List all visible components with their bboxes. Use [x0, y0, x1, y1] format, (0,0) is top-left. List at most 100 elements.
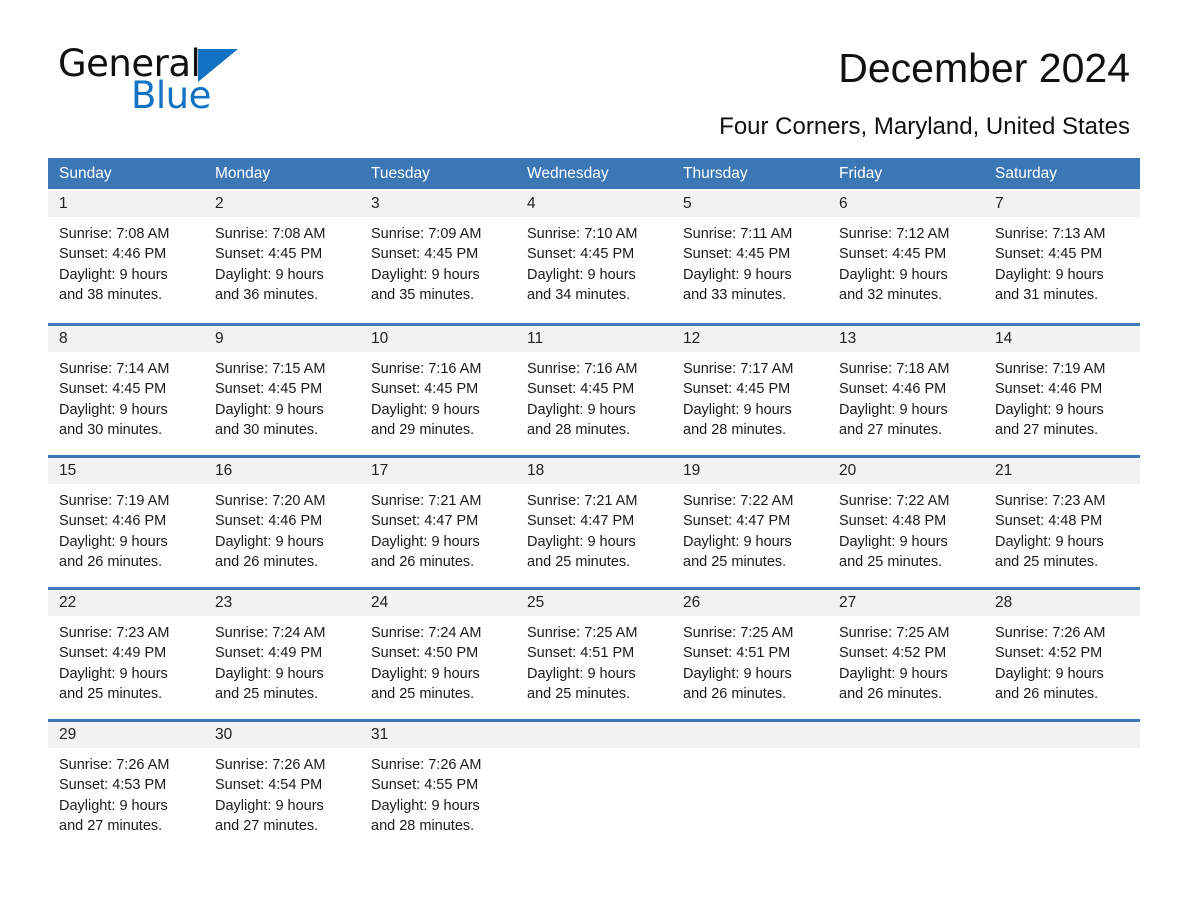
- sunset-text: Sunset: 4:48 PM: [995, 513, 1103, 530]
- daylight-line-2-text: and 32 minutes.: [839, 286, 943, 303]
- calendar-day-cell[interactable]: 1 Sunrise: 7:08 AM Sunset: 4:46 PM Daylight…: [48, 191, 204, 323]
- daylight-line-2-text: and 26 minutes.: [683, 685, 787, 702]
- calendar-day-cell[interactable]: 29 Sunrise: 7:26 AM Sunset: 4:53 PM Dayligh…: [48, 722, 204, 851]
- sunrise-text: Sunrise: 7:21 AM: [371, 493, 482, 509]
- calendar-day-cell[interactable]: 22 Sunrise: 7:23 AM Sunset: 4:49 PM Dayligh…: [48, 590, 204, 719]
- sunset-text: Sunset: 4:54 PM: [215, 777, 323, 794]
- day-number: 28: [984, 590, 1140, 616]
- daylight-line-1-text: Daylight: 9 hours: [215, 797, 324, 814]
- calendar-day-cell[interactable]: 26 Sunrise: 7:25 AM Sunset: 4:51 PM Dayligh…: [672, 590, 828, 719]
- sunrise-text: Sunrise: 7:16 AM: [371, 361, 482, 377]
- dow-friday: Friday: [839, 165, 883, 182]
- sunset-text: Sunset: 4:50 PM: [371, 645, 479, 662]
- sunset-text: Sunset: 4:45 PM: [371, 246, 479, 263]
- calendar-day-cell[interactable]: 7 Sunrise: 7:13 AM Sunset: 4:45 PM Daylight…: [984, 191, 1140, 323]
- calendar-day-cell[interactable]: 28 Sunrise: 7:26 AM Sunset: 4:52 PM Dayligh…: [984, 590, 1140, 719]
- daylight-line-2-text: and 26 minutes.: [215, 553, 319, 570]
- daylight-line-1-text: Daylight: 9 hours: [839, 401, 948, 418]
- calendar-day-cell[interactable]: 17 Sunrise: 7:21 AM Sunset: 4:47 PM Dayligh…: [360, 458, 516, 587]
- daylight-line-2-text: and 27 minutes.: [995, 421, 1099, 438]
- dow-monday: Monday: [215, 165, 271, 182]
- calendar-day-cell[interactable]: 6 Sunrise: 7:12 AM Sunset: 4:45 PM Daylight…: [828, 191, 984, 323]
- calendar-day-cell[interactable]: 27 Sunrise: 7:25 AM Sunset: 4:52 PM Dayligh…: [828, 590, 984, 719]
- calendar-day-cell[interactable]: 9 Sunrise: 7:15 AM Sunset: 4:45 PM Daylight…: [204, 326, 360, 455]
- calendar-day-cell[interactable]: 12 Sunrise: 7:17 AM Sunset: 4:45 PM Dayligh…: [672, 326, 828, 455]
- sunrise-text: Sunrise: 7:25 AM: [527, 625, 638, 641]
- calendar-day-cell[interactable]: 18 Sunrise: 7:21 AM Sunset: 4:47 PM Dayligh…: [516, 458, 672, 587]
- sunrise-text: Sunrise: 7:08 AM: [215, 226, 326, 242]
- calendar-day-cell[interactable]: 19 Sunrise: 7:22 AM Sunset: 4:47 PM Dayligh…: [672, 458, 828, 587]
- daylight-line-1-text: Daylight: 9 hours: [527, 665, 636, 682]
- calendar-day-cell[interactable]: 14 Sunrise: 7:19 AM Sunset: 4:46 PM Dayligh…: [984, 326, 1140, 455]
- day-of-week-header-row: Sunday Monday Tuesday Wednesday Thursday…: [48, 158, 1140, 189]
- calendar-day-cell[interactable]: 2 Sunrise: 7:08 AM Sunset: 4:45 PM Daylight…: [204, 191, 360, 323]
- dow-sunday: Sunday: [59, 165, 112, 182]
- calendar-day-cell[interactable]: 20 Sunrise: 7:22 AM Sunset: 4:48 PM Dayligh…: [828, 458, 984, 587]
- calendar-day-cell[interactable]: 24 Sunrise: 7:24 AM Sunset: 4:50 PM Dayligh…: [360, 590, 516, 719]
- day-number: 23: [204, 590, 360, 616]
- sunrise-text: Sunrise: 7:24 AM: [371, 625, 482, 641]
- day-details: Sunrise: 7:25 AM Sunset: 4:51 PM Daylight:…: [672, 616, 828, 704]
- calendar-day-cell[interactable]: 30 Sunrise: 7:26 AM Sunset: 4:54 PM Dayligh…: [204, 722, 360, 851]
- day-details: Sunrise: 7:17 AM Sunset: 4:45 PM Daylight:…: [672, 352, 828, 440]
- day-details: Sunrise: 7:19 AM Sunset: 4:46 PM Daylight:…: [984, 352, 1140, 440]
- day-details: Sunrise: 7:14 AM Sunset: 4:45 PM Daylight:…: [48, 352, 204, 440]
- day-details: Sunrise: 7:16 AM Sunset: 4:45 PM Daylight:…: [360, 352, 516, 440]
- sunset-text: Sunset: 4:46 PM: [59, 246, 167, 263]
- day-number: 19: [672, 458, 828, 484]
- day-details: Sunrise: 7:08 AM Sunset: 4:45 PM Daylight:…: [204, 217, 360, 305]
- day-number: 29: [48, 722, 204, 748]
- daylight-line-2-text: and 25 minutes.: [683, 553, 787, 570]
- dow-saturday: Saturday: [995, 165, 1058, 182]
- day-details: Sunrise: 7:24 AM Sunset: 4:50 PM Daylight:…: [360, 616, 516, 704]
- calendar-day-cell[interactable]: 10 Sunrise: 7:16 AM Sunset: 4:45 PM Dayligh…: [360, 326, 516, 455]
- day-number: 3: [360, 191, 516, 217]
- calendar-day-cell[interactable]: 4 Sunrise: 7:10 AM Sunset: 4:45 PM Daylight…: [516, 191, 672, 323]
- calendar-day-cell[interactable]: 25 Sunrise: 7:25 AM Sunset: 4:51 PM Dayligh…: [516, 590, 672, 719]
- daylight-line-1-text: Daylight: 9 hours: [995, 266, 1104, 283]
- calendar-day-cell[interactable]: 15 Sunrise: 7:19 AM Sunset: 4:46 PM Dayligh…: [48, 458, 204, 587]
- daylight-line-2-text: and 25 minutes.: [995, 553, 1099, 570]
- day-number: 9: [204, 326, 360, 352]
- sunrise-text: Sunrise: 7:17 AM: [683, 361, 794, 377]
- calendar-day-cell[interactable]: 3 Sunrise: 7:09 AM Sunset: 4:45 PM Daylight…: [360, 191, 516, 323]
- sunset-text: Sunset: 4:53 PM: [59, 777, 167, 794]
- daylight-line-1-text: Daylight: 9 hours: [215, 401, 324, 418]
- day-details: Sunrise: 7:13 AM Sunset: 4:45 PM Daylight:…: [984, 217, 1140, 305]
- calendar-day-cell[interactable]: 8 Sunrise: 7:14 AM Sunset: 4:45 PM Daylight…: [48, 326, 204, 455]
- sunset-text: Sunset: 4:47 PM: [527, 513, 635, 530]
- daylight-line-1-text: Daylight: 9 hours: [59, 533, 168, 550]
- sunset-text: Sunset: 4:49 PM: [59, 645, 167, 662]
- calendar-day-cell[interactable]: 13 Sunrise: 7:18 AM Sunset: 4:46 PM Dayligh…: [828, 326, 984, 455]
- day-number: 13: [828, 326, 984, 352]
- calendar-day-cell[interactable]: 11 Sunrise: 7:16 AM Sunset: 4:45 PM Dayligh…: [516, 326, 672, 455]
- page-title: December 2024: [838, 45, 1130, 91]
- daylight-line-2-text: and 26 minutes.: [59, 553, 163, 570]
- calendar-day-cell[interactable]: 16 Sunrise: 7:20 AM Sunset: 4:46 PM Dayligh…: [204, 458, 360, 587]
- calendar-week-row: 8 Sunrise: 7:14 AM Sunset: 4:45 PM Daylight…: [48, 323, 1140, 455]
- calendar-day-cell[interactable]: 31 Sunrise: 7:26 AM Sunset: 4:55 PM Dayligh…: [360, 722, 516, 851]
- day-details: Sunrise: 7:09 AM Sunset: 4:45 PM Daylight:…: [360, 217, 516, 305]
- day-details: Sunrise: 7:11 AM Sunset: 4:45 PM Daylight:…: [672, 217, 828, 305]
- daylight-line-2-text: and 26 minutes.: [995, 685, 1099, 702]
- calendar-week-row: 22 Sunrise: 7:23 AM Sunset: 4:49 PM Dayligh…: [48, 587, 1140, 719]
- daylight-line-1-text: Daylight: 9 hours: [683, 665, 792, 682]
- sunrise-text: Sunrise: 7:26 AM: [59, 757, 170, 773]
- sunrise-text: Sunrise: 7:16 AM: [527, 361, 638, 377]
- day-number: [672, 722, 828, 748]
- sunrise-text: Sunrise: 7:20 AM: [215, 493, 326, 509]
- day-details: Sunrise: 7:19 AM Sunset: 4:46 PM Daylight:…: [48, 484, 204, 572]
- calendar-day-cell[interactable]: 5 Sunrise: 7:11 AM Sunset: 4:45 PM Daylight…: [672, 191, 828, 323]
- calendar-day-cell[interactable]: 23 Sunrise: 7:24 AM Sunset: 4:49 PM Dayligh…: [204, 590, 360, 719]
- daylight-line-2-text: and 28 minutes.: [527, 421, 631, 438]
- day-number: 24: [360, 590, 516, 616]
- sunset-text: Sunset: 4:55 PM: [371, 777, 479, 794]
- day-number: 8: [48, 326, 204, 352]
- daylight-line-1-text: Daylight: 9 hours: [839, 266, 948, 283]
- sunset-text: Sunset: 4:45 PM: [839, 246, 947, 263]
- calendar-day-cell[interactable]: 21 Sunrise: 7:23 AM Sunset: 4:48 PM Dayligh…: [984, 458, 1140, 587]
- day-number: 11: [516, 326, 672, 352]
- daylight-line-1-text: Daylight: 9 hours: [371, 401, 480, 418]
- daylight-line-1-text: Daylight: 9 hours: [371, 797, 480, 814]
- sunrise-text: Sunrise: 7:15 AM: [215, 361, 326, 377]
